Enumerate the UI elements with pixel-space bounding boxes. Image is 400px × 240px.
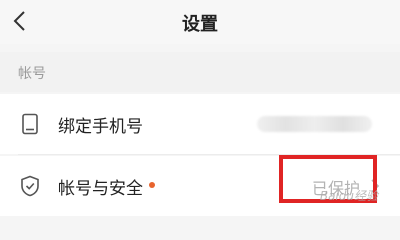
watermark: Baidu经验 [319,189,378,203]
header-bar: 设置 [0,0,400,44]
phone-icon [22,113,38,135]
shield-icon [21,175,39,197]
bind-phone-row[interactable]: 绑定手机号 [0,94,400,154]
page-title: 设置 [182,14,218,35]
masked-phone-number [257,116,372,132]
section-header: 帐号 [0,52,400,92]
account-security-label: 帐号与安全 [58,179,143,199]
section-label: 帐号 [18,66,46,82]
notification-dot [149,182,155,188]
bind-phone-label: 绑定手机号 [58,117,143,137]
